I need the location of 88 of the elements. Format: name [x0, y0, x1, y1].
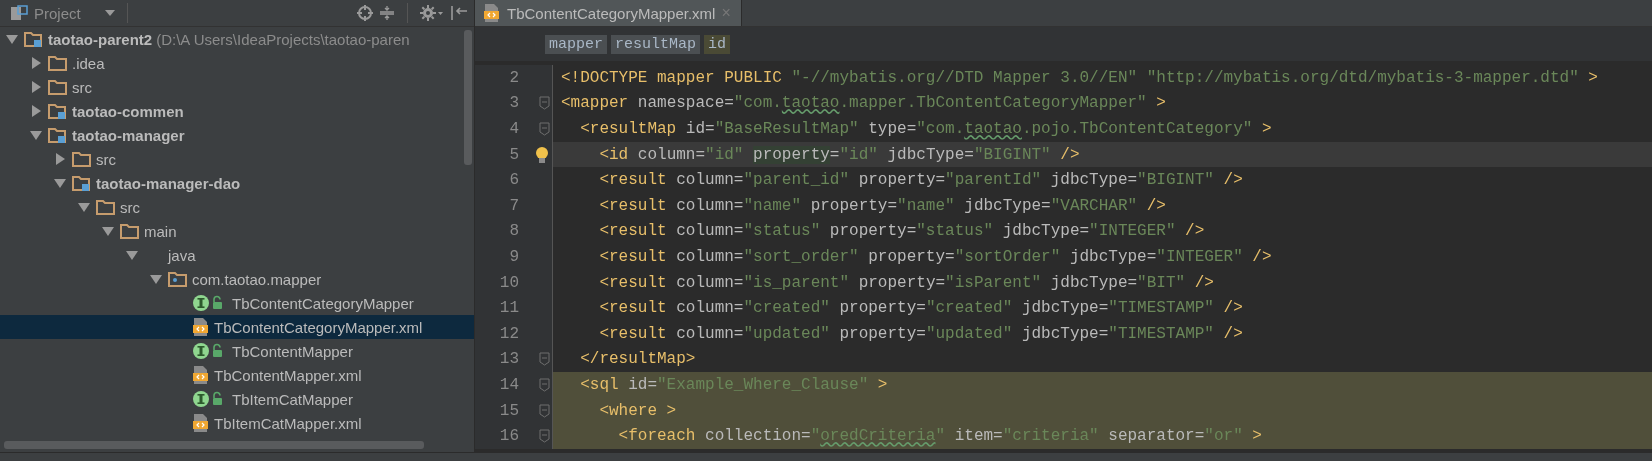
line-number: 2 — [508, 68, 519, 87]
line-number: 14 — [498, 375, 519, 394]
line-number: 3 — [508, 94, 519, 113]
xml-file-icon — [192, 317, 210, 337]
code-line: <result column="sort_order" property="sortOrder" jdbcType="INTEGER" /> — [598, 246, 1273, 268]
expanded-arrow-icon[interactable] — [126, 249, 138, 261]
fold-marker-icon[interactable] — [539, 122, 550, 136]
tree-item[interactable]: TbContentMapper — [0, 339, 474, 363]
panel-title: Project — [34, 4, 81, 22]
code-line: <result column="status" property="status" jdbcType="INTEGER" /> — [598, 221, 1206, 243]
breadcrumb[interactable]: resultMap — [611, 34, 701, 54]
hide-panel-icon[interactable] — [450, 5, 468, 21]
collapsed-arrow-icon[interactable] — [30, 105, 42, 117]
tree-item[interactable]: src — [0, 75, 474, 99]
code-line: <result column="created" property="created" jdbcType="TIMESTAMP" /> — [598, 298, 1244, 320]
fold-marker-icon[interactable] — [539, 377, 550, 392]
code-line: <result column="is_parent" property="isParent" jdbcType="BIT" /> — [598, 272, 1215, 294]
code-line: <mapper namespace="com.taotao.mapper.TbContentCategoryMapper" > — [560, 93, 1167, 115]
code-line: </resultMap> — [579, 349, 697, 371]
tree-item[interactable]: taotao-manager — [0, 123, 474, 147]
tree-item[interactable]: taotao-parent2 (D:\A Users\IdeaProjects\taotao-paren — [0, 27, 474, 51]
code-line: <result column="name" property="name" jdbcType="VARCHAR" /> — [598, 195, 1167, 217]
folder-icon — [72, 151, 92, 167]
breadcrumb[interactable]: mapper — [545, 34, 607, 54]
line-number: 7 — [508, 196, 519, 215]
folder-icon — [48, 79, 68, 95]
tree-item[interactable]: TbContentCategoryMapper — [0, 291, 474, 315]
line-number: 13 — [498, 350, 519, 369]
tree-item[interactable]: TbContentMapper.xml — [0, 363, 474, 387]
target-icon[interactable] — [357, 5, 373, 21]
breadcrumb[interactable]: id — [704, 34, 731, 54]
folder-icon — [120, 223, 140, 239]
scrollbar[interactable] — [464, 30, 472, 165]
fold-marker-icon[interactable] — [539, 429, 550, 444]
collapsed-arrow-icon[interactable] — [30, 81, 42, 93]
tree-item[interactable]: src — [0, 195, 474, 219]
xml-file-icon — [192, 365, 210, 385]
settings-icon[interactable] — [420, 5, 444, 21]
editor-tab[interactable]: TbContentCategoryMapper.xml × — [475, 0, 742, 26]
dropdown-caret-icon[interactable] — [104, 10, 115, 16]
tree-item[interactable]: taotao-commen — [0, 99, 474, 123]
expanded-arrow-icon[interactable] — [6, 33, 18, 45]
collapsed-arrow-icon[interactable] — [30, 57, 42, 69]
xml-file-icon — [483, 3, 501, 23]
tree-item[interactable]: src — [0, 147, 474, 171]
line-number: 6 — [508, 171, 519, 190]
module-folder-icon — [48, 127, 68, 143]
code-line: <result column="parent_id" property="parentId" jdbcType="BIGINT" /> — [598, 170, 1244, 192]
project-view-icon — [10, 5, 28, 21]
expanded-arrow-icon[interactable] — [150, 273, 162, 285]
lightbulb-icon[interactable] — [535, 145, 549, 164]
line-number: 11 — [498, 299, 519, 318]
module-folder-icon — [24, 31, 44, 47]
line-number: 8 — [508, 222, 519, 241]
line-number: 15 — [498, 401, 519, 420]
line-number: 4 — [508, 120, 519, 138]
tree-item[interactable]: .idea — [0, 51, 474, 75]
collapsed-arrow-icon[interactable] — [54, 153, 66, 165]
expanded-arrow-icon[interactable] — [78, 201, 90, 213]
package-folder-icon — [168, 271, 188, 287]
fold-marker-icon[interactable] — [539, 403, 550, 418]
code-line: <result column="updated" property="updated" jdbcType="TIMESTAMP" /> — [598, 323, 1244, 345]
line-number: 12 — [498, 324, 519, 343]
tree-item[interactable]: com.taotao.mapper — [0, 267, 474, 291]
expanded-arrow-icon[interactable] — [54, 177, 66, 189]
folder-icon — [48, 55, 68, 71]
module-folder-icon — [48, 103, 68, 119]
folder-icon — [96, 199, 116, 215]
tree-item[interactable]: taotao-manager-dao — [0, 171, 474, 195]
fold-marker-icon[interactable] — [539, 96, 550, 111]
expanded-arrow-icon[interactable] — [30, 129, 42, 141]
line-number: 9 — [508, 247, 519, 266]
expanded-arrow-icon[interactable] — [102, 225, 114, 237]
tree-item[interactable]: TbItemCatMapper — [0, 387, 474, 411]
tree-item[interactable]: TbItemCatMapper.xml — [0, 411, 474, 435]
tree-item[interactable]: TbContentCategoryMapper.xml — [0, 315, 474, 339]
tree-item[interactable]: main — [0, 219, 474, 243]
tree-item[interactable]: java — [0, 243, 474, 267]
xml-file-icon — [192, 413, 210, 433]
code-line: <resultMap id="BaseResultMap" type="com.taotao.pojo.TbContentCategory" > — [579, 119, 1273, 140]
line-number: 10 — [498, 273, 519, 292]
fold-marker-icon[interactable] — [539, 352, 550, 367]
module-folder-icon — [72, 175, 92, 191]
line-number: 5 — [508, 145, 519, 164]
code-line: <!DOCTYPE mapper PUBLIC "-//mybatis.org//DTD Mapper 3.0//EN" "http://mybatis.org/dtd/mybatis-3-mapper.dtd" > — [560, 67, 1599, 89]
collapse-all-icon[interactable] — [379, 5, 395, 21]
line-number: 16 — [498, 427, 519, 446]
scrollbar[interactable] — [4, 441, 424, 449]
